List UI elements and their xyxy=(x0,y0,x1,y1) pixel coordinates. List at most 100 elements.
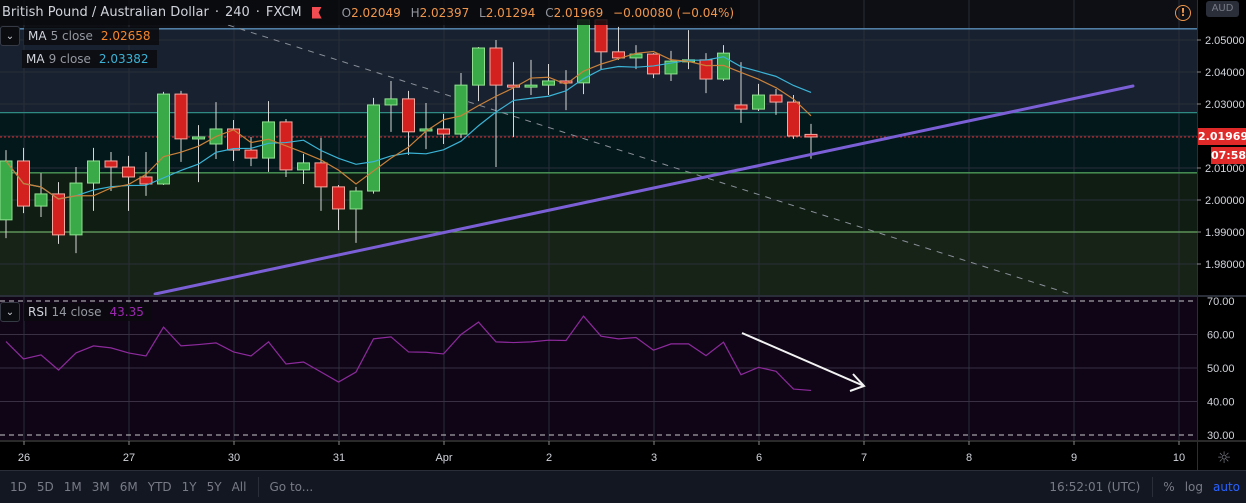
zone-green xyxy=(0,172,1197,232)
flag-icon[interactable] xyxy=(311,6,322,19)
legend-ma9: MA 9 close 2.03382 xyxy=(22,50,157,68)
chevron-down-icon[interactable]: ⌄ xyxy=(0,26,20,46)
candle-body-up xyxy=(87,160,100,184)
candle-body-down xyxy=(104,160,118,168)
price-tick-label: 2.03000 xyxy=(1205,99,1245,111)
candle xyxy=(157,91,170,185)
candle-body-up xyxy=(472,47,485,86)
ohlc-values: O2.02049 H2.02397 L2.01294 C2.01969 −0.0… xyxy=(341,5,735,20)
chevron-down-icon[interactable]: ⌄ xyxy=(0,302,20,322)
candle-body-down xyxy=(489,47,503,86)
range-ytd[interactable]: YTD xyxy=(148,480,172,494)
range-5d[interactable]: 5D xyxy=(37,480,54,494)
candle-body-up xyxy=(752,94,765,110)
ma9-value: 2.03382 xyxy=(98,52,149,66)
open-value: 2.02049 xyxy=(351,5,401,20)
range-5y[interactable]: 5Y xyxy=(207,480,222,494)
candle xyxy=(367,97,380,194)
candle-body-down xyxy=(332,186,345,210)
candle-body-down xyxy=(787,101,800,137)
range-3m[interactable]: 3M xyxy=(92,480,110,494)
candle-body-up xyxy=(297,162,310,171)
symbol-name[interactable]: British Pound / Australian Dollar xyxy=(2,5,209,20)
goto-button[interactable]: Go to... xyxy=(269,480,313,494)
legend-rsi: ⌄ RSI 14 close 43.35 xyxy=(0,302,152,322)
range-1y[interactable]: 1Y xyxy=(182,480,197,494)
time-tick-label: 27 xyxy=(123,452,135,464)
ma5-value: 2.02658 xyxy=(100,29,151,43)
candle-body-down xyxy=(769,94,783,103)
candle-body-up xyxy=(157,93,170,185)
interval[interactable]: 240 xyxy=(225,5,250,20)
currency-button[interactable]: AUD xyxy=(1206,1,1239,17)
candle-body-up xyxy=(349,190,363,210)
candle-body-down xyxy=(699,59,713,80)
candle-body-down xyxy=(437,128,450,135)
divider xyxy=(258,477,260,497)
auto-toggle[interactable]: auto xyxy=(1213,480,1240,494)
low-value: 2.01294 xyxy=(485,5,536,20)
candle-body-down xyxy=(734,104,748,110)
settings-gear-icon[interactable]: ☼ xyxy=(1215,449,1233,467)
close-value: 2.01969 xyxy=(553,5,604,20)
time-tick-label: 8 xyxy=(966,452,972,464)
candle-body-up xyxy=(542,80,555,86)
candle-body-down xyxy=(122,166,135,178)
candle-body-up xyxy=(34,193,48,207)
candle-body-up xyxy=(577,19,590,84)
time-tick-label: 2 xyxy=(546,452,552,464)
candle-body-down xyxy=(244,149,258,159)
time-tick-label: Apr xyxy=(435,452,452,464)
time-tick-label: 26 xyxy=(18,452,30,464)
candle-body-up xyxy=(0,160,13,221)
countdown-label: 07:58 xyxy=(1211,147,1246,164)
symbol-header: British Pound / Australian Dollar · 240 … xyxy=(0,0,741,25)
candle-body-up xyxy=(384,98,398,106)
time-tick-label: 6 xyxy=(756,452,762,464)
range-1d[interactable]: 1D xyxy=(10,480,27,494)
rsi-tick-label: 70.00 xyxy=(1207,296,1235,308)
legend-ma5: ⌄ MA 5 close 2.02658 xyxy=(0,26,159,46)
candle-body-up xyxy=(69,182,83,236)
candle-body-down xyxy=(804,133,818,138)
price-tick-label: 2.05000 xyxy=(1205,35,1245,47)
price-tick-label: 2.01000 xyxy=(1205,163,1245,175)
time-tick-label: 9 xyxy=(1071,452,1077,464)
candle xyxy=(577,19,590,95)
time-tick-label: 31 xyxy=(333,452,345,464)
percent-toggle[interactable]: % xyxy=(1163,480,1174,494)
rsi-tick-label: 40.00 xyxy=(1207,397,1235,409)
candle-body-up xyxy=(367,104,380,192)
candle-body-down xyxy=(314,162,328,188)
rsi-tick-label: 50.00 xyxy=(1207,363,1235,375)
time-tick-label: 3 xyxy=(651,452,657,464)
range-all[interactable]: All xyxy=(232,480,247,494)
rsi-tick-label: 30.00 xyxy=(1207,430,1235,442)
time-tick-label: 10 xyxy=(1173,452,1185,464)
clock[interactable]: 16:52:01 (UTC) xyxy=(1049,480,1140,494)
log-toggle[interactable]: log xyxy=(1185,480,1203,494)
price-tick-label: 2.00000 xyxy=(1205,195,1245,207)
time-tick-label: 7 xyxy=(861,452,867,464)
range-6m[interactable]: 6M xyxy=(120,480,138,494)
warning-icon[interactable]: ! xyxy=(1175,5,1191,21)
candle xyxy=(787,95,800,139)
candle-body-down xyxy=(174,93,188,140)
range-1m[interactable]: 1M xyxy=(64,480,82,494)
price-tick-label: 1.99000 xyxy=(1205,227,1245,239)
chart-canvas[interactable]: 2.05000 2.04000 2.03000 2.01000 2.00000 1.990… xyxy=(0,0,1246,470)
current-price-label: 2.01969 xyxy=(1198,128,1246,145)
rsi-tick-label: 60.00 xyxy=(1207,330,1235,342)
time-tick-label: 30 xyxy=(228,452,240,464)
candle-body-up xyxy=(454,84,468,135)
exchange: FXCM xyxy=(265,5,302,20)
high-value: 2.02397 xyxy=(419,5,470,20)
candle-body-down xyxy=(647,53,660,75)
divider xyxy=(1152,477,1154,497)
rsi-value: 43.35 xyxy=(109,305,144,319)
candle-body-up xyxy=(524,84,538,88)
change-value: −0.00080 (−0.04%) xyxy=(613,5,735,20)
price-tick-label: 2.04000 xyxy=(1205,67,1245,79)
candle-body-down xyxy=(52,193,65,236)
price-tick-label: 1.98000 xyxy=(1205,259,1245,271)
